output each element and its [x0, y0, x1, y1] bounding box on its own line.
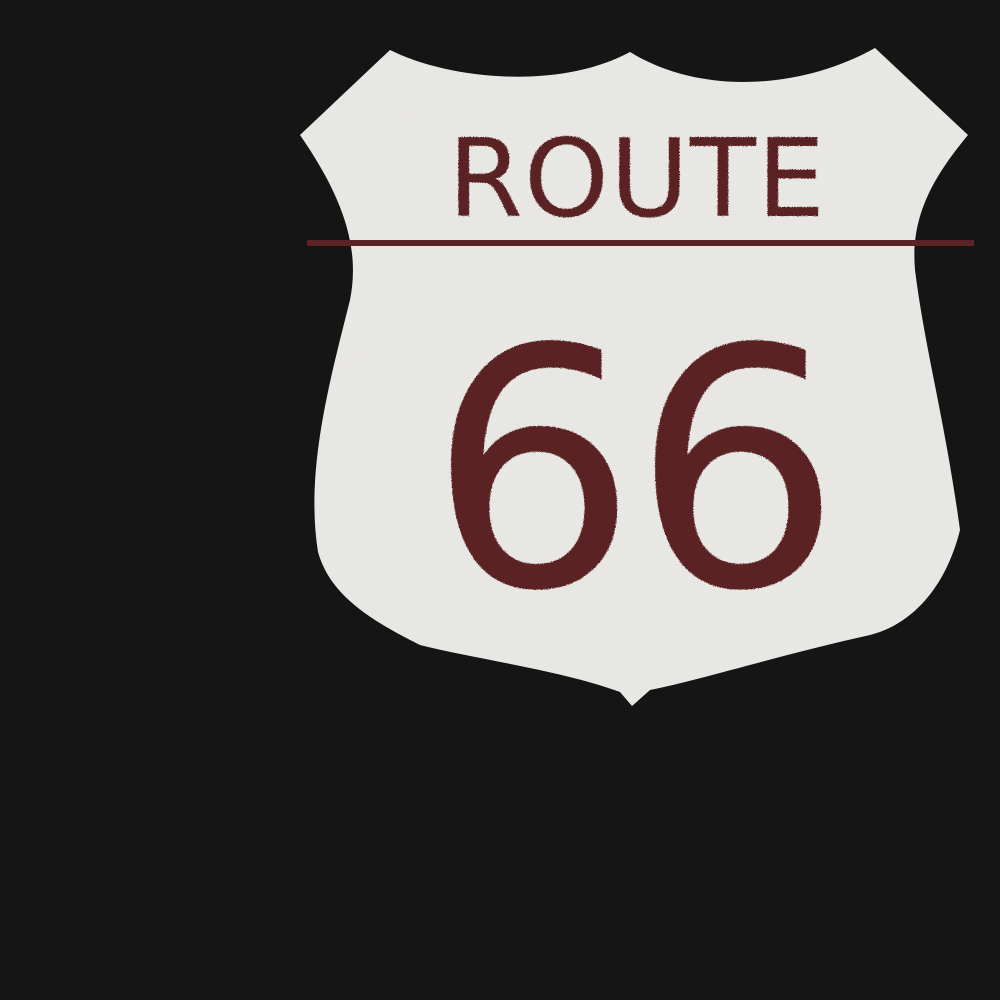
route-66-shield-sign: ROUTE 66: [300, 48, 974, 706]
route-number-text: 66: [428, 279, 836, 663]
sign-title-text: ROUTE: [448, 117, 826, 242]
canvas: ROUTE 66: [0, 0, 1000, 1000]
